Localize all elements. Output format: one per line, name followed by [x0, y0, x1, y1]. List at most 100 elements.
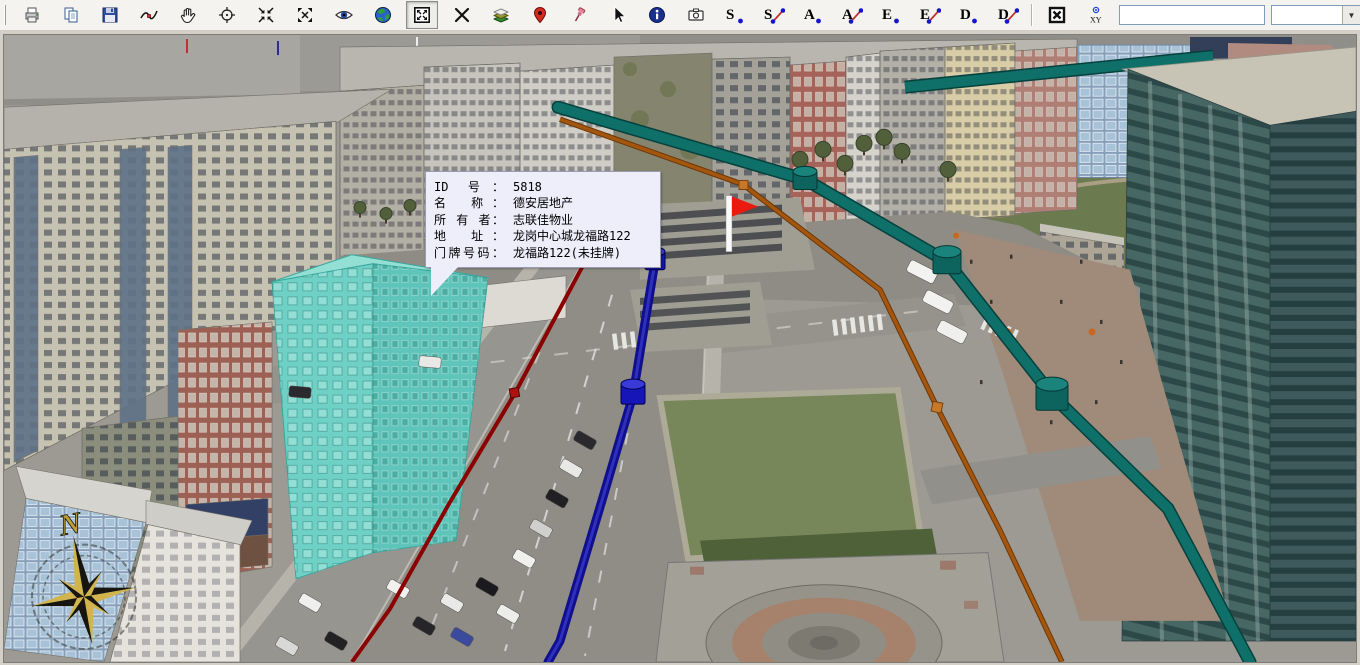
measure-line-icon [139, 5, 159, 25]
place-marker-icon [530, 5, 550, 25]
d-point-button[interactable]: D [949, 1, 988, 29]
route-node[interactable] [621, 379, 645, 404]
d-letter: D [960, 7, 971, 23]
s-letter: S [726, 7, 734, 23]
pipe-node[interactable] [933, 246, 961, 274]
place-marker-button[interactable] [520, 1, 559, 29]
a-letter: A [804, 7, 815, 23]
main-toolbar: S S A A E E D D XY ▼ »▾ [0, 0, 1360, 31]
fullscreen-button[interactable] [406, 1, 438, 29]
delete-cross-button[interactable] [442, 1, 481, 29]
zoom-in-icon [256, 5, 276, 25]
pipe-node[interactable] [1036, 377, 1068, 410]
xy-locate-button[interactable]: XY [1076, 1, 1115, 29]
e-letter: E [882, 7, 892, 23]
search-input[interactable] [1119, 5, 1265, 25]
toolbar-separator [1031, 4, 1033, 26]
measure-line-button[interactable] [129, 1, 168, 29]
save-icon [100, 5, 120, 25]
pushpin-button[interactable] [559, 1, 598, 29]
clear-box-icon [1047, 5, 1067, 25]
zoom-out-button[interactable] [285, 1, 324, 29]
xy-letters: XY [1090, 16, 1102, 25]
save-button[interactable] [90, 1, 129, 29]
popup-label: 地 址： [434, 228, 504, 244]
combobox-dropdown-button[interactable]: ▼ [1342, 6, 1360, 24]
combobox-value [1272, 6, 1342, 24]
pan-button[interactable] [168, 1, 207, 29]
print-button[interactable] [12, 1, 51, 29]
copy-icon [61, 5, 81, 25]
building-info-popup: ID 号： 5818 名 称： 德安居地产 所 有 者： 志联佳物业 地 址： 龙岗中心… [425, 171, 661, 268]
flag-pole [726, 196, 732, 252]
circular-plaza [656, 553, 1004, 662]
s-point-icon: S [724, 5, 746, 25]
central-lawn [660, 390, 938, 573]
select-arrow-button[interactable] [598, 1, 637, 29]
popup-row: 地 址： 龙岗中心城龙福路122 [434, 228, 652, 244]
d-segment-button[interactable]: D [988, 1, 1027, 29]
a-segment-button[interactable]: A [832, 1, 871, 29]
layer-combobox[interactable]: ▼ [1271, 5, 1360, 25]
e-point-button[interactable]: E [871, 1, 910, 29]
globe-icon [373, 5, 393, 25]
s-segment-button[interactable]: S [754, 1, 793, 29]
e-segment-icon: E [919, 5, 941, 25]
info-icon [647, 5, 667, 25]
zoom-out-icon [295, 5, 315, 25]
a-segment-icon: A [841, 5, 863, 25]
popup-row: 名 称： 德安居地产 [434, 195, 652, 211]
print-icon [22, 5, 42, 25]
antenna-red [186, 39, 188, 53]
popup-row: ID 号： 5818 [434, 179, 652, 195]
camera-icon [686, 5, 706, 25]
eye-icon [334, 5, 354, 25]
popup-label: 门牌号码： [434, 245, 504, 261]
popup-label: 名 称： [434, 195, 504, 211]
pan-hand-icon [178, 5, 198, 25]
d-segment-icon: D [997, 5, 1019, 25]
popup-value: 德安居地产 [513, 196, 573, 210]
scene-canvas[interactable]: N [4, 35, 1356, 662]
clear-box-button[interactable] [1037, 1, 1076, 29]
popup-row: 所 有 者： 志联佳物业 [434, 212, 652, 228]
e-segment-button[interactable]: E [910, 1, 949, 29]
copy-button[interactable] [51, 1, 90, 29]
popup-value: 龙岗中心城龙福路122 [513, 229, 631, 243]
popup-value: 5818 [513, 180, 542, 194]
popup-value: 志联佳物业 [513, 213, 573, 227]
toolbar-grip[interactable] [4, 5, 6, 25]
popup-value: 龙福路122(未挂牌) [513, 246, 621, 260]
s-segment-icon: S [763, 5, 785, 25]
s-point-button[interactable]: S [715, 1, 754, 29]
layers-button[interactable] [481, 1, 520, 29]
selected-building[interactable] [272, 255, 488, 579]
globe-button[interactable] [363, 1, 402, 29]
layers-icon [491, 5, 511, 25]
fullscreen-icon [412, 5, 432, 25]
pushpin-icon [569, 5, 589, 25]
a-point-button[interactable]: A [793, 1, 832, 29]
center-target-icon [217, 5, 237, 25]
visibility-eye-button[interactable] [324, 1, 363, 29]
pipe-node[interactable] [793, 166, 817, 189]
chevron-down-icon: ▼ [1348, 11, 1356, 20]
route-node[interactable] [931, 401, 943, 413]
route-node[interactable] [739, 180, 748, 189]
a-point-icon: A [802, 5, 824, 25]
xy-locate-icon: XY [1086, 5, 1106, 25]
cursor-arrow-icon [608, 5, 628, 25]
antenna-blue [277, 41, 279, 55]
info-button[interactable] [637, 1, 676, 29]
snapshot-camera-button[interactable] [676, 1, 715, 29]
center-target-button[interactable] [207, 1, 246, 29]
delete-cross-icon [452, 5, 472, 25]
route-node[interactable] [509, 388, 519, 398]
zoom-in-button[interactable] [246, 1, 285, 29]
popup-label: ID 号： [434, 179, 504, 195]
e-point-icon: E [880, 5, 902, 25]
popup-row: 门牌号码： 龙福路122(未挂牌) [434, 245, 652, 261]
popup-label: 所 有 者： [434, 212, 504, 228]
d-point-icon: D [958, 5, 980, 25]
map-viewport[interactable]: N ID 号： 5818 名 称： 德安居地产 所 有 者： 志联佳物业 地 址： 龙岗… [3, 34, 1357, 663]
